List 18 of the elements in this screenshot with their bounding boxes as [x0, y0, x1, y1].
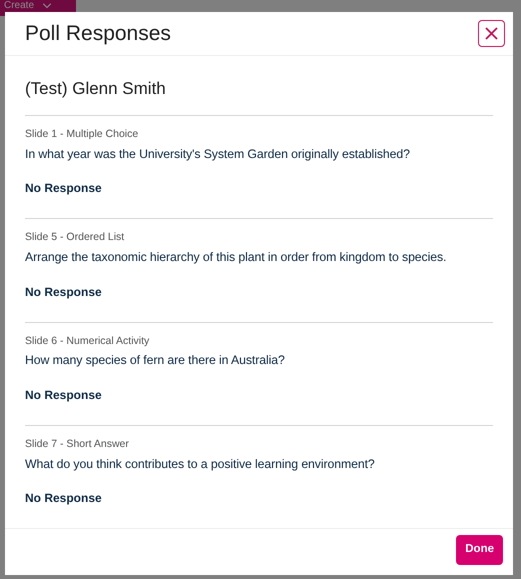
slide-label: Slide 5 - Ordered List [25, 230, 126, 246]
response-text: No Response [25, 180, 103, 198]
question-text: In what year was the University's System Garden originally established? [25, 146, 411, 164]
slide-label: Slide 6 - Numerical Activity [25, 334, 150, 349]
response-text: No Response [25, 284, 103, 301]
done-button[interactable]: Done [456, 535, 503, 565]
response-text: No Response [25, 386, 103, 404]
response-text: No Response [25, 490, 103, 508]
dialog-title: Poll Responses [25, 20, 171, 46]
question-text: What do you think contributes to a positive learning environment? [25, 456, 376, 473]
slide-label: Slide 1 - Multiple Choice [25, 127, 140, 142]
participant-name: (Test) Glenn Smith [25, 76, 493, 116]
close-icon [485, 26, 498, 40]
question-text: How many species of fern are there in Australia? [25, 352, 286, 370]
slide-label: Slide 7 - Short Answer [25, 436, 130, 452]
chevron-down-icon [42, 3, 52, 9]
question-text: Arrange the taxonomic hierarchy of this plant in order from kingdom to species. [25, 249, 448, 266]
close-button[interactable] [478, 20, 505, 47]
